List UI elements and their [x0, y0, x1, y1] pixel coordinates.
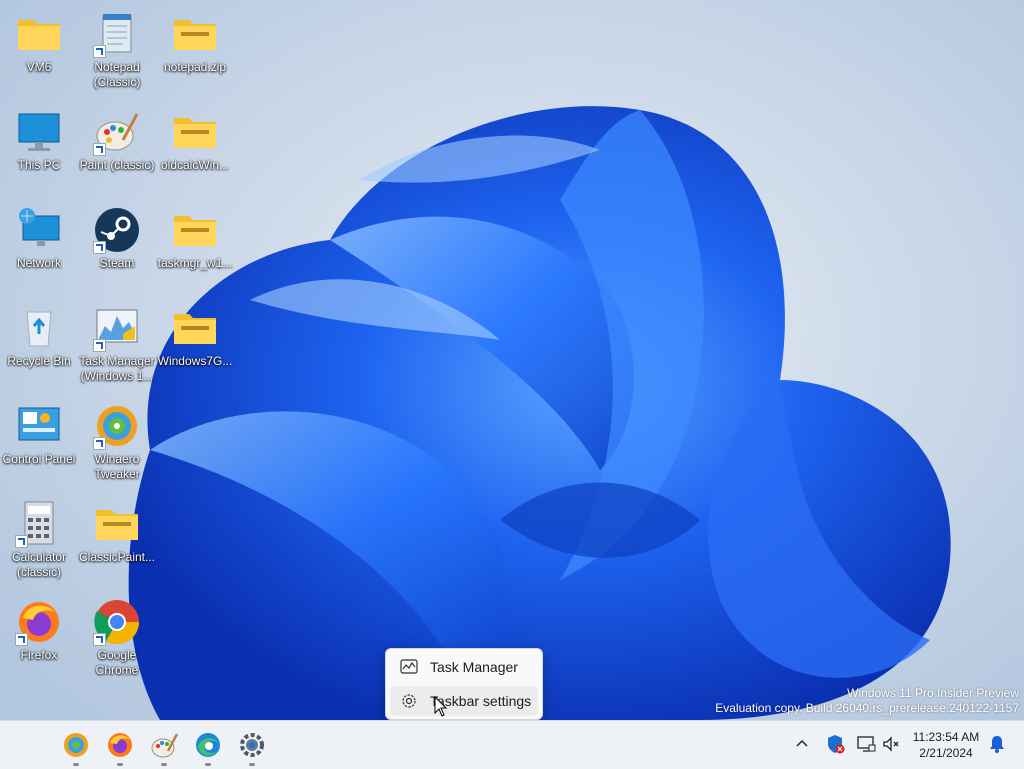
shortcut-arrow-icon [93, 45, 106, 58]
desktop-icon-control-panel[interactable]: Control Panel [0, 402, 78, 467]
taskbar-app-paint[interactable] [148, 729, 180, 766]
folder-icon [15, 10, 63, 58]
desktop-icon-label: Firefox [20, 648, 58, 662]
running-indicator [117, 763, 123, 766]
system-clock[interactable]: 11:23:54 AM 2/21/2024 [906, 729, 986, 761]
winaero-icon [93, 402, 141, 450]
desktop-icon-recycle-bin[interactable]: Recycle Bin [0, 304, 78, 369]
task-manager-icon [400, 659, 418, 674]
shortcut-arrow-icon [93, 633, 106, 646]
desktop-icon-label: Winaero Tweaker [94, 452, 140, 481]
chrome-icon [93, 598, 141, 646]
desktop-icon-label: Notepad (Classic) [93, 60, 141, 89]
shortcut-arrow-icon [93, 339, 106, 352]
zip-folder-icon [93, 500, 141, 548]
desktop-icon-label: VM6 [26, 60, 52, 74]
shortcut-arrow-icon [15, 633, 28, 646]
desktop-icon-this-pc[interactable]: This PC [0, 108, 78, 173]
taskbar-app-settings[interactable] [236, 729, 268, 766]
zip-folder-icon [171, 108, 219, 156]
desktop-icon-firefox[interactable]: Firefox [0, 598, 78, 663]
notepad-icon [93, 10, 141, 58]
display-icon[interactable] [855, 733, 877, 755]
evaluation-watermark: Windows 11 Pro Insider Preview Evaluatio… [715, 686, 1019, 716]
shortcut-arrow-icon [93, 437, 106, 450]
zip-folder-icon [171, 206, 219, 254]
desktop-icon-steam[interactable]: Steam [78, 206, 156, 271]
taskbar-app-firefox[interactable] [104, 729, 136, 766]
taskbar-app-winaero-tweaker[interactable] [60, 729, 92, 766]
watermark-line-1: Windows 11 Pro Insider Preview [847, 686, 1019, 700]
desktop-icon-notepad-zip[interactable]: notepad.zip [156, 10, 234, 75]
desktop-icon-windows7g[interactable]: Windows7G... [156, 304, 234, 369]
network-icon [15, 206, 63, 254]
desktop-icon-label: ClassicPaint... [78, 550, 156, 564]
desktop-icon-classicpaint[interactable]: ClassicPaint... [78, 500, 156, 565]
desktop-icon-taskmgr-zip[interactable]: taskmgr_w1... [156, 206, 234, 271]
desktop-icon-label: Paint (classic) [79, 158, 155, 172]
mouse-cursor-icon [434, 696, 448, 717]
edge-icon [196, 733, 220, 757]
desktop-icon-label: Google Chrome [95, 648, 139, 677]
desktop-icon-label: Recycle Bin [7, 354, 71, 368]
paint-palette-icon [151, 733, 179, 758]
menu-item-label: Task Manager [430, 659, 518, 675]
firefox-icon [15, 598, 63, 646]
desktop-icon-calculator[interactable]: Calculator (classic) [0, 500, 78, 580]
desktop-icon-label: notepad.zip [163, 60, 227, 74]
steam-icon [93, 206, 141, 254]
volume-muted-icon[interactable] [880, 733, 902, 755]
desktop-icon-label: Windows7G... [157, 354, 233, 368]
desktop-icon-paint[interactable]: Paint (classic) [78, 108, 156, 173]
chevron-up-icon[interactable] [791, 733, 813, 755]
running-indicator [73, 763, 79, 766]
winaero-icon [64, 733, 88, 757]
desktop-icon-label: Steam [99, 256, 135, 270]
monitor-icon [15, 108, 63, 156]
desktop-icon-label: This PC [17, 158, 61, 172]
calculator-icon [15, 500, 63, 548]
desktop-icon-winaero-tweaker[interactable]: Winaero Tweaker [78, 402, 156, 482]
gear-icon [240, 733, 264, 757]
shortcut-arrow-icon [93, 241, 106, 254]
zip-folder-icon [171, 10, 219, 58]
watermark-line-2: Evaluation copy. Build 26040.rs_prerelea… [715, 701, 1019, 715]
running-indicator [249, 763, 255, 766]
running-indicator [205, 763, 211, 766]
taskbar-context-menu: Task Manager Taskbar settings [385, 648, 543, 720]
desktop-icon-vm6[interactable]: VM6 [0, 10, 78, 75]
taskbar[interactable]: 11:23:54 AM 2/21/2024 [0, 720, 1024, 769]
desktop-icon-label: Calculator (classic) [11, 550, 67, 579]
shortcut-arrow-icon [93, 143, 106, 156]
desktop-icon-label: oldcalcWin... [160, 158, 230, 172]
desktop-icon-network[interactable]: Network [0, 206, 78, 271]
menu-item-task-manager[interactable]: Task Manager [390, 652, 538, 682]
taskbar-app-edge[interactable] [192, 729, 224, 766]
zip-folder-icon [171, 304, 219, 352]
clock-time: 11:23:54 AM [912, 730, 980, 744]
desktop[interactable]: VM6 This PC Network Recycle Bin Control … [0, 0, 1024, 720]
clock-date: 2/21/2024 [919, 746, 973, 760]
desktop-icon-label: Control Panel [2, 452, 76, 466]
desktop-icon-notepad[interactable]: Notepad (Classic) [78, 10, 156, 90]
task-manager-icon [93, 304, 141, 352]
running-indicator [161, 763, 167, 766]
gear-icon [402, 694, 416, 708]
desktop-icon-label: Network [16, 256, 61, 270]
notification-bell-icon[interactable] [986, 733, 1008, 755]
paint-palette-icon [93, 108, 141, 156]
desktop-icon-oldcalc[interactable]: oldcalcWin... [156, 108, 234, 173]
control-panel-icon [15, 402, 63, 450]
shortcut-arrow-icon [15, 535, 28, 548]
recycle-bin-icon [15, 304, 63, 352]
firefox-icon [108, 733, 132, 757]
desktop-icon-task-manager[interactable]: Task Manager (Windows 1... [78, 304, 156, 384]
desktop-icon-google-chrome[interactable]: Google Chrome [78, 598, 156, 678]
menu-item-taskbar-settings[interactable]: Taskbar settings [390, 686, 538, 716]
desktop-icon-label: taskmgr_w1... [157, 256, 233, 270]
desktop-icon-label: Task Manager (Windows 1... [79, 354, 155, 383]
security-shield-icon[interactable] [824, 733, 846, 755]
